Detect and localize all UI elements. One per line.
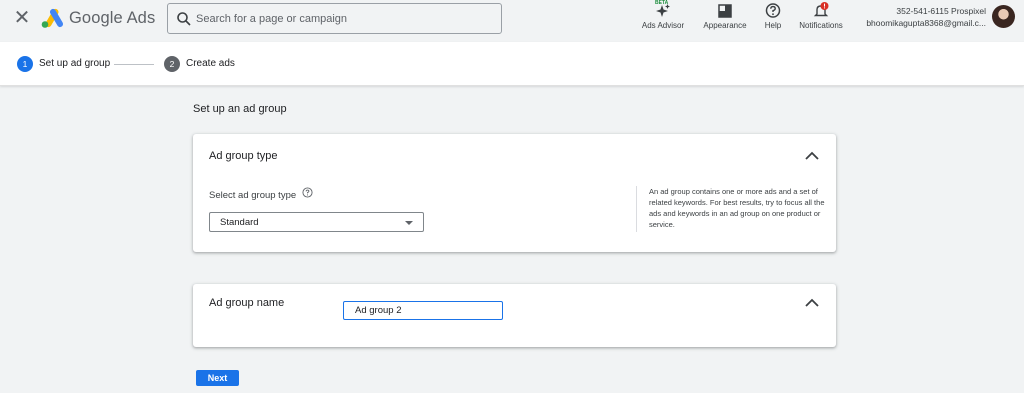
help-icon[interactable]: [302, 187, 313, 198]
step-label: Set up ad group: [39, 58, 111, 69]
select-value: Standard: [220, 217, 259, 228]
top-bar: ✕ Google Ads BETA Ads Advisor Appearance: [0, 0, 1024, 42]
step-label: Create ads: [186, 58, 235, 69]
dropdown-caret-icon: [405, 221, 413, 225]
ad-group-type-card: Ad group type Select ad group type Stand…: [193, 134, 836, 252]
chevron-up-icon[interactable]: [804, 298, 820, 308]
brand-name: Google Ads: [69, 9, 156, 27]
card-title: Ad group name: [209, 297, 285, 309]
step-number: 1: [17, 56, 33, 72]
next-button[interactable]: Next: [196, 370, 239, 386]
help-text: An ad group contains one or more ads and…: [649, 187, 825, 229]
appearance-label: Appearance: [703, 21, 747, 30]
notifications-button[interactable]: Notifications: [795, 2, 847, 36]
page-title: Set up an ad group: [193, 103, 287, 115]
card-title: Ad group type: [209, 150, 278, 162]
help-circle-icon: [765, 3, 781, 18]
account-info[interactable]: 352-541-6115 Prospixel bhoomikagupta8368…: [866, 5, 986, 29]
help-button[interactable]: Help: [761, 2, 785, 36]
ads-advisor-label: Ads Advisor: [641, 21, 685, 30]
ad-group-name-input[interactable]: [343, 301, 503, 320]
bell-icon: [813, 2, 829, 17]
close-icon[interactable]: ✕: [13, 8, 31, 28]
account-id: 352-541-6115 Prospixel: [896, 6, 986, 16]
ad-group-type-select[interactable]: Standard: [209, 212, 424, 232]
ad-group-name-card: Ad group name: [193, 284, 836, 347]
step-connector: [114, 64, 154, 65]
google-ads-logo-icon: [41, 8, 63, 28]
step-set-up-ad-group[interactable]: 1 Set up ad group: [17, 56, 110, 72]
ads-advisor-button[interactable]: BETA Ads Advisor: [640, 0, 686, 36]
step-number: 2: [164, 56, 180, 72]
beta-badge: BETA: [655, 0, 669, 6]
search-box[interactable]: [167, 3, 502, 34]
divider: [636, 186, 637, 232]
avatar[interactable]: [992, 5, 1015, 28]
appearance-button[interactable]: Appearance: [701, 2, 749, 36]
field-label: Select ad group type: [209, 190, 297, 201]
account-email: bhoomikagupta8368@gmail.c...: [866, 18, 986, 28]
appearance-icon: [718, 4, 732, 18]
step-create-ads[interactable]: 2 Create ads: [164, 56, 235, 72]
help-label: Help: [764, 21, 782, 30]
stepper: 1 Set up ad group 2 Create ads: [0, 42, 1024, 86]
search-icon: [177, 12, 191, 26]
notifications-label: Notifications: [799, 21, 843, 30]
chevron-up-icon[interactable]: [804, 151, 820, 161]
search-input[interactable]: [196, 10, 486, 28]
